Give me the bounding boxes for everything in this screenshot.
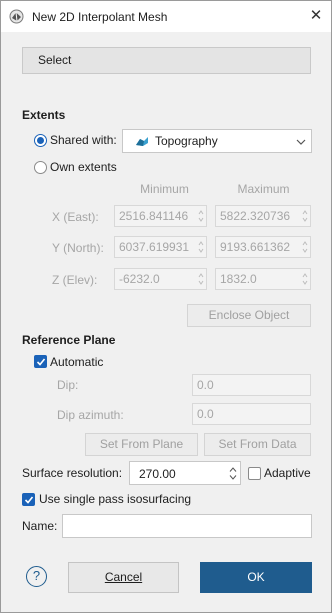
help-icon[interactable]: ? [26, 566, 47, 587]
close-icon[interactable]: ✕ [306, 6, 326, 26]
stepper-icon[interactable] [229, 466, 237, 481]
own-extents-radio[interactable] [34, 161, 47, 174]
set-from-plane-label: Set From Plane [99, 437, 184, 451]
shared-with-dropdown[interactable]: Topography [122, 129, 312, 153]
set-from-data-label: Set From Data [218, 437, 297, 451]
shared-with-text: Shared with: [50, 133, 117, 147]
select-button-label: Select [38, 53, 72, 67]
help-glyph: ? [32, 568, 41, 583]
spinner-icon [302, 210, 308, 222]
surface-resolution-field[interactable]: 270.00 [129, 461, 241, 485]
set-from-plane-button[interactable]: Set From Plane [85, 433, 198, 456]
y-min-value: 6037.619931 [119, 240, 190, 254]
x-east-label: X (East): [52, 210, 99, 224]
title-bar: New 2D Interpolant Mesh ✕ [1, 1, 331, 32]
automatic-checkbox[interactable] [34, 355, 47, 368]
ok-button[interactable]: OK [200, 562, 312, 593]
y-north-label: Y (North): [52, 241, 104, 255]
spinner-icon [302, 273, 308, 285]
y-max-field[interactable]: 9193.661362 [215, 236, 311, 258]
dialog-window: New 2D Interpolant Mesh ✕ Select Extents… [0, 0, 332, 613]
adaptive-checkbox[interactable] [248, 467, 261, 480]
name-input[interactable] [62, 514, 312, 538]
surface-icon [136, 137, 148, 146]
surface-resolution-value: 270.00 [139, 467, 176, 481]
checkmark-icon [24, 496, 34, 504]
y-min-field[interactable]: 6037.619931 [114, 236, 207, 258]
app-logo-icon [9, 9, 24, 24]
shared-with-value: Topography [155, 134, 218, 148]
single-pass-checkbox[interactable] [22, 493, 35, 506]
x-min-field[interactable]: 2516.841146 [114, 205, 207, 227]
x-min-value: 2516.841146 [119, 209, 189, 223]
set-from-data-button[interactable]: Set From Data [204, 433, 311, 456]
chevron-down-icon [296, 139, 306, 145]
ok-label: OK [247, 570, 265, 584]
enclose-object-button[interactable]: Enclose Object [187, 304, 311, 327]
extents-section-title: Extents [22, 108, 66, 122]
dip-label: Dip: [57, 378, 79, 392]
cancel-label: Cancel [104, 570, 143, 584]
own-extents-label: Own extents [50, 160, 117, 174]
y-max-value: 9193.661362 [220, 240, 291, 254]
adaptive-label: Adaptive [264, 466, 311, 480]
name-label: Name: [22, 519, 58, 533]
dip-azimuth-field[interactable]: 0.0 [192, 403, 311, 425]
x-max-field[interactable]: 5822.320736 [215, 205, 311, 227]
dip-field[interactable]: 0.0 [192, 374, 311, 396]
cancel-button[interactable]: Cancel [68, 562, 179, 593]
spinner-icon [302, 241, 308, 253]
shared-with-label: Shared with: [50, 133, 117, 147]
reference-plane-section-title: Reference Plane [22, 333, 116, 347]
dip-value: 0.0 [197, 378, 214, 392]
z-elev-label: Z (Elev): [52, 273, 98, 287]
enclose-object-label: Enclose Object [208, 308, 290, 322]
spinner-icon [198, 273, 204, 285]
window-title: New 2D Interpolant Mesh [32, 10, 168, 24]
dip-azimuth-label: Dip azimuth: [57, 408, 124, 422]
dip-azimuth-value: 0.0 [197, 407, 214, 421]
x-max-value: 5822.320736 [220, 209, 291, 223]
automatic-label: Automatic [50, 355, 104, 369]
shared-with-radio[interactable] [34, 134, 47, 147]
maximum-header: Maximum [237, 182, 290, 196]
single-pass-label: Use single pass isosurfacing [39, 492, 192, 506]
z-max-value: 1832.0 [220, 272, 257, 286]
z-max-field[interactable]: 1832.0 [215, 268, 311, 290]
minimum-header: Minimum [140, 182, 189, 196]
spinner-icon [198, 210, 204, 222]
surface-resolution-label: Surface resolution: [22, 466, 123, 480]
select-button[interactable]: Select [22, 47, 311, 74]
z-min-field[interactable]: -6232.0 [114, 268, 207, 290]
checkmark-icon [36, 358, 46, 366]
spinner-icon [198, 241, 204, 253]
z-min-value: -6232.0 [119, 272, 160, 286]
